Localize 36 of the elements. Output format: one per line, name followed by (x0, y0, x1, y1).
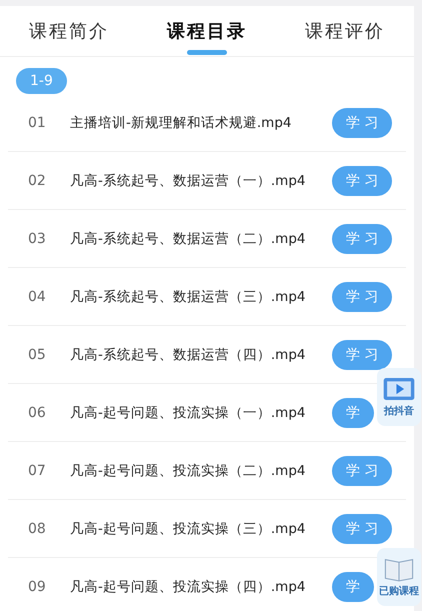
lesson-number: 07 (27, 462, 47, 478)
lesson-number: 02 (27, 172, 47, 188)
study-button[interactable]: 学 (332, 572, 374, 602)
book-icon (382, 556, 416, 582)
study-button[interactable]: 学 习 (332, 340, 392, 370)
lesson-title: 凡高-起号问题、投流实操（二）.mp4 (70, 462, 306, 480)
lesson-number: 05 (27, 346, 47, 362)
floating-button[interactable]: 拍抖音 (377, 368, 421, 426)
lesson-title: 凡高-系统起号、数据运营（四）.mp4 (70, 346, 306, 364)
lesson-title: 凡高-起号问题、投流实操（三）.mp4 (70, 520, 306, 538)
study-button[interactable]: 学 习 (332, 224, 392, 254)
tab[interactable]: 课程评价 (301, 13, 389, 49)
study-button[interactable]: 学 习 (332, 108, 392, 138)
lesson-title: 主播培训-新规理解和话术规避.mp4 (70, 114, 292, 132)
lesson-number: 03 (27, 230, 47, 246)
lesson-number: 06 (27, 404, 47, 420)
lesson-number: 04 (27, 288, 47, 304)
lesson-title: 凡高-系统起号、数据运营（二）.mp4 (70, 230, 306, 248)
study-button[interactable]: 学 习 (332, 166, 392, 196)
study-button[interactable]: 学 习 (332, 282, 392, 312)
tab-indicator (187, 50, 227, 55)
lesson-title: 凡高-系统起号、数据运营（三）.mp4 (70, 288, 306, 306)
video-screen-icon (382, 376, 416, 402)
tab[interactable]: 课程目录 (163, 13, 251, 49)
lesson-number: 08 (27, 520, 47, 536)
lesson-number: 09 (27, 578, 47, 594)
range-chip[interactable]: 1-9 (16, 68, 67, 94)
study-button[interactable]: 学 习 (332, 456, 392, 486)
tab[interactable]: 课程简介 (25, 13, 113, 49)
lesson-title: 凡高-起号问题、投流实操（四）.mp4 (70, 578, 306, 596)
lesson-number: 01 (27, 114, 47, 130)
study-button[interactable]: 学 习 (332, 514, 392, 544)
study-button[interactable]: 学 (332, 398, 374, 428)
lesson-title: 凡高-起号问题、投流实操（一）.mp4 (70, 404, 306, 422)
lesson-title: 凡高-系统起号、数据运营（一）.mp4 (70, 172, 306, 190)
floating-button[interactable]: 已购课程 (377, 548, 421, 606)
